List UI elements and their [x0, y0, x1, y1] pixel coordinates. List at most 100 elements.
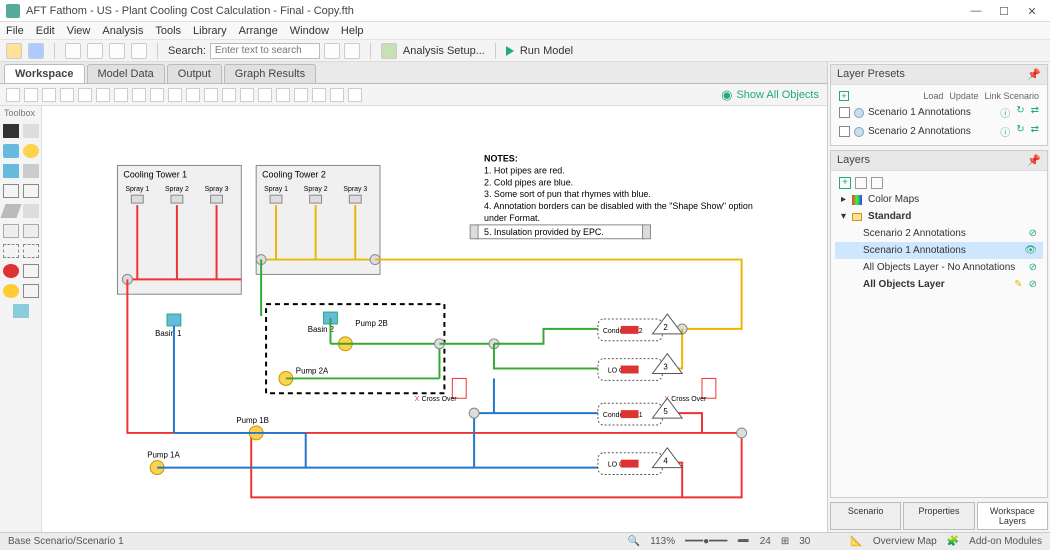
- ws-tool-icon[interactable]: [276, 88, 290, 102]
- add-layer-icon[interactable]: +: [839, 177, 851, 189]
- menu-analysis[interactable]: Analysis: [102, 25, 143, 37]
- tab-properties[interactable]: Properties: [903, 502, 974, 530]
- layer-row[interactable]: All Objects Layer ✎ ⊘: [835, 276, 1043, 293]
- tool-junction-icon[interactable]: [23, 144, 39, 158]
- layer-row[interactable]: All Objects Layer - No Annotations ⊘: [835, 259, 1043, 276]
- menu-tools[interactable]: Tools: [155, 25, 181, 37]
- maximize-button[interactable]: ☐: [990, 2, 1018, 20]
- tab-workspace[interactable]: Workspace: [4, 64, 85, 83]
- zoom-out-icon[interactable]: 🔍: [628, 536, 640, 547]
- ws-tool-icon[interactable]: [96, 88, 110, 102]
- layer-edit-icon[interactable]: ✎: [1014, 279, 1022, 290]
- preset-update-icon[interactable]: ↻: [1016, 124, 1024, 139]
- tool-checkvalve-icon[interactable]: [23, 204, 39, 218]
- menu-library[interactable]: Library: [193, 25, 227, 37]
- layer-visibility-icon[interactable]: ⊘: [1029, 279, 1037, 290]
- layer-visibility-icon[interactable]: ⊘: [1029, 262, 1037, 273]
- tool-print-icon[interactable]: [109, 43, 125, 59]
- crossover-1[interactable]: X Cross Over: [415, 378, 467, 403]
- condenser-2[interactable]: Condenser 2 2: [598, 314, 682, 341]
- tool-hx-icon[interactable]: [3, 244, 19, 258]
- cooling-tower-2-group[interactable]: Cooling Tower 2 Spray 1 Spray 2 Spray 3: [256, 165, 380, 274]
- analysis-setup-button[interactable]: Analysis Setup...: [403, 45, 485, 57]
- tool-grid-icon[interactable]: [131, 43, 147, 59]
- analysis-setup-icon[interactable]: [381, 43, 397, 59]
- expand-icon[interactable]: ▸: [841, 194, 846, 205]
- show-all-objects-button[interactable]: Show All Objects: [736, 89, 819, 101]
- tool-hx2-icon[interactable]: [23, 244, 39, 258]
- search-prev-icon[interactable]: [324, 43, 340, 59]
- tab-scenario[interactable]: Scenario: [830, 502, 901, 530]
- ws-tool-icon[interactable]: [150, 88, 164, 102]
- preset-checkbox[interactable]: [839, 107, 850, 118]
- preset-load-icon[interactable]: ⓘ: [1000, 124, 1010, 139]
- ws-tool-icon[interactable]: [258, 88, 272, 102]
- preset-link-icon[interactable]: ⇄: [1031, 124, 1039, 139]
- ws-tool-icon[interactable]: [240, 88, 254, 102]
- layer-group-colormaps[interactable]: ▸ Color Maps: [835, 191, 1043, 208]
- ws-tool-icon[interactable]: [168, 88, 182, 102]
- layer-visibility-icon[interactable]: ⊘: [1029, 228, 1037, 239]
- menu-file[interactable]: File: [6, 25, 24, 37]
- tool-valve-icon[interactable]: [0, 204, 21, 218]
- addon-modules-button[interactable]: Add-on Modules: [969, 536, 1042, 547]
- layer-row[interactable]: Scenario 2 Annotations ⊘: [835, 225, 1043, 242]
- tool-elbow-icon[interactable]: [23, 264, 39, 278]
- preset-checkbox[interactable]: [839, 126, 850, 137]
- tool-pumpyel-icon[interactable]: [3, 284, 19, 298]
- overview-map-button[interactable]: Overview Map: [873, 536, 937, 547]
- ws-tool-icon[interactable]: [24, 88, 38, 102]
- tool-tank-icon[interactable]: [3, 164, 19, 178]
- menu-view[interactable]: View: [67, 25, 91, 37]
- pump-group-2[interactable]: Basin 2 Pump 2B Pump 2A: [261, 260, 444, 394]
- layer-tool-icon[interactable]: [855, 177, 867, 189]
- tool-pump-icon[interactable]: [3, 224, 19, 238]
- ws-tool-icon[interactable]: [132, 88, 146, 102]
- basin1-icon[interactable]: [167, 314, 181, 326]
- menu-window[interactable]: Window: [290, 25, 329, 37]
- layer-tool-icon[interactable]: [871, 177, 883, 189]
- tool-tee-icon[interactable]: [3, 184, 19, 198]
- preset-load-icon[interactable]: ⓘ: [1000, 105, 1010, 120]
- tool-select-icon[interactable]: [3, 124, 19, 138]
- panel-pin-icon[interactable]: 📌: [1027, 68, 1041, 81]
- crossover-2[interactable]: X Cross Over: [664, 378, 716, 403]
- tab-output[interactable]: Output: [167, 64, 222, 83]
- minimize-button[interactable]: —: [962, 2, 990, 20]
- pipe-yellow[interactable]: [375, 260, 742, 329]
- layer-group-standard[interactable]: ▾ Standard: [835, 208, 1043, 225]
- tab-graph-results[interactable]: Graph Results: [224, 64, 316, 83]
- tool-open-icon[interactable]: [6, 43, 22, 59]
- tool-undo-icon[interactable]: [65, 43, 81, 59]
- lo-clr-2[interactable]: LO Clr 2 3: [598, 354, 682, 381]
- preset-link-icon[interactable]: ⇄: [1031, 105, 1039, 120]
- tool-branch-icon[interactable]: [23, 184, 39, 198]
- search-next-icon[interactable]: [344, 43, 360, 59]
- ws-tool-icon[interactable]: [78, 88, 92, 102]
- ws-tool-icon[interactable]: [60, 88, 74, 102]
- panel-pin-icon[interactable]: 📌: [1027, 154, 1041, 167]
- workspace-canvas[interactable]: Cooling Tower 1 Spray 1 Spray 2 Spray 3: [42, 106, 827, 532]
- tab-model-data[interactable]: Model Data: [87, 64, 165, 83]
- layer-visibility-icon[interactable]: 👁: [1024, 245, 1037, 256]
- close-button[interactable]: ✕: [1018, 2, 1046, 20]
- ws-tool-icon[interactable]: [114, 88, 128, 102]
- tool-redo-icon[interactable]: [87, 43, 103, 59]
- notes-annotation[interactable]: NOTES: 1. Hot pipes are red. 2. Cold pip…: [470, 153, 753, 238]
- tab-workspace-layers[interactable]: Workspace Layers: [977, 502, 1048, 530]
- expand-icon[interactable]: ▾: [841, 211, 846, 222]
- run-icon[interactable]: [506, 46, 514, 56]
- tool-spray-icon[interactable]: [23, 164, 39, 178]
- add-preset-icon[interactable]: +: [839, 91, 849, 101]
- ws-tool-icon[interactable]: [222, 88, 236, 102]
- pipe-blue[interactable]: [157, 326, 598, 468]
- tool-pumpred-icon[interactable]: [3, 264, 19, 278]
- ws-tool-icon[interactable]: [6, 88, 20, 102]
- tool-pipe-icon[interactable]: [23, 124, 39, 138]
- cooling-tower-1-group[interactable]: Cooling Tower 1 Spray 1 Spray 2 Spray 3: [117, 165, 241, 294]
- tool-misc-icon[interactable]: [13, 304, 29, 318]
- preset-update-icon[interactable]: ↻: [1016, 105, 1024, 120]
- ws-tool-icon[interactable]: [186, 88, 200, 102]
- lo-clr-1[interactable]: LO Clr 1 4: [598, 448, 682, 475]
- menu-help[interactable]: Help: [341, 25, 364, 37]
